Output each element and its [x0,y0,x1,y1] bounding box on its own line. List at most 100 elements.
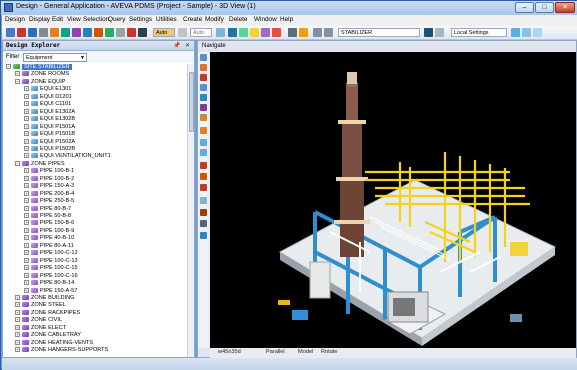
walk-icon[interactable] [239,28,248,37]
expand-icon[interactable]: + [24,123,29,129]
expand-icon[interactable]: + [24,153,29,159]
expand-icon[interactable]: + [24,145,29,151]
expand-icon[interactable]: + [24,93,29,99]
tree-item[interactable]: + EQUI P1501B [24,131,75,138]
expand-icon[interactable]: + [15,324,20,330]
view-iso-icon[interactable] [200,54,207,61]
expand-icon[interactable]: + [24,86,29,92]
expand-icon[interactable]: + [24,131,29,137]
settings-reset-icon[interactable] [533,28,542,37]
grid-icon[interactable] [116,28,125,37]
menu-create[interactable]: Create [183,16,202,23]
tree-item[interactable]: + PIPE 100-B-1 [24,168,74,175]
tree-item[interactable]: + EQUI P1501A [24,124,75,131]
zoom-icon[interactable] [200,149,207,156]
tree-item[interactable]: + PIPE 250-B-5 [24,198,74,205]
walk-icon[interactable] [200,209,207,216]
highlight-icon[interactable] [272,28,281,37]
tree-item[interactable]: − SITE STABILIZER [6,64,72,71]
pointer-icon[interactable] [228,28,237,37]
shade-icon[interactable] [200,162,207,169]
hidden-line-icon[interactable] [200,184,207,191]
open-icon[interactable] [28,28,37,37]
clip-icon[interactable] [288,28,297,37]
menu-settings[interactable]: Settings [129,16,152,23]
expand-icon[interactable]: + [24,175,29,181]
menu-help[interactable]: Help [280,16,293,23]
explorer-icon[interactable] [50,28,59,37]
tree-item[interactable]: + EQUI P1502A [24,139,75,146]
expand-icon[interactable]: + [15,317,20,323]
expand-icon[interactable]: + [24,213,29,219]
filter-select[interactable]: Equipment ▼ [23,53,87,62]
tree-item[interactable]: + EQUI E1302A [24,109,75,116]
expand-icon[interactable]: + [15,294,20,300]
undo-icon[interactable] [127,28,136,37]
settings-icon[interactable] [200,220,207,227]
tree-item[interactable]: + PIPE 80-B-14 [24,280,74,287]
tree-item[interactable]: + EQUI P1502B [24,146,75,153]
goto-icon[interactable] [424,28,433,37]
tree-item[interactable]: + EQUI C1101 [24,101,71,108]
maximize-button[interactable]: □ [535,2,554,13]
save-view-icon[interactable] [200,232,207,239]
tree-item[interactable]: + PIPE 100-C-12 [24,250,78,257]
expand-icon[interactable]: + [24,265,29,271]
tree-item[interactable]: − ZONE PIPES [15,161,65,168]
expand-icon[interactable]: + [24,220,29,226]
expand-icon[interactable]: + [24,198,29,204]
close-button[interactable]: ✕ [555,2,575,13]
tree-item[interactable]: + EQUI D1201 [24,94,72,101]
menu-window[interactable]: Window [254,16,277,23]
fly-icon[interactable] [250,28,259,37]
expand-icon[interactable]: + [24,190,29,196]
tree-item[interactable]: + ZONE HEATING-VENTS [15,340,93,347]
tree-item[interactable]: + PIPE 50-B-8 [24,213,71,220]
select-icon[interactable] [6,28,15,37]
pan-icon[interactable] [200,139,207,146]
expand-icon[interactable]: + [24,168,29,174]
tree-item[interactable]: + ZONE RACKPIPES [15,310,80,317]
expand-icon[interactable]: + [24,227,29,233]
menu-view[interactable]: View [67,16,81,23]
nav-down-icon[interactable] [324,28,333,37]
expand-icon[interactable]: + [24,257,29,263]
collapse-icon[interactable]: − [15,78,20,84]
menu-edit[interactable]: Edit [52,16,63,23]
settings-apply-icon[interactable] [511,28,520,37]
expand-icon[interactable]: + [24,116,29,122]
view-icon[interactable] [83,28,92,37]
orbit-icon[interactable] [261,28,270,37]
expand-icon[interactable]: + [24,280,29,286]
tree-item[interactable]: + ZONE ROOMS [15,71,69,78]
menu-display[interactable]: Display [29,16,50,23]
ok-icon[interactable] [105,28,114,37]
tree-item[interactable]: + PIPE 100-B-2 [24,176,74,183]
tree-item[interactable]: + ZONE BUILDING [15,295,75,302]
tree-item[interactable]: + PIPE 100-B-9 [24,228,74,235]
pin-icon[interactable]: 📌 [173,42,180,49]
zoom-extents-icon[interactable] [200,114,207,121]
tree-item[interactable]: + PIPE 150-B-6 [24,220,74,227]
tree-item[interactable]: + PIPE 100-C-16 [24,273,78,280]
expand-icon[interactable]: + [15,309,20,315]
tree-item[interactable]: + ZONE ELECT [15,325,66,332]
expand-icon[interactable]: + [24,101,29,107]
expand-icon[interactable]: + [24,242,29,248]
3d-canvas[interactable] [210,52,576,348]
tree-item[interactable]: + PIPE 80-A-11 [24,243,74,250]
tree-item[interactable]: + PIPE 200-B-4 [24,191,74,198]
expand-icon[interactable]: + [15,332,20,338]
wireframe-icon[interactable] [200,173,207,180]
expand-icon[interactable]: + [24,235,29,241]
collapse-icon[interactable]: − [6,64,11,70]
draw-icon[interactable] [61,28,70,37]
view-back-icon[interactable] [200,74,207,81]
panel-close-icon[interactable]: ✕ [185,42,190,49]
expand-icon[interactable]: + [15,71,20,77]
view-right-icon[interactable] [200,104,207,111]
tree-item[interactable]: + PIPE 100-C-15 [24,265,78,272]
menu-selection[interactable]: Selection [83,16,109,23]
scrollbar-thumb[interactable] [189,72,194,132]
model-icon[interactable] [72,28,81,37]
